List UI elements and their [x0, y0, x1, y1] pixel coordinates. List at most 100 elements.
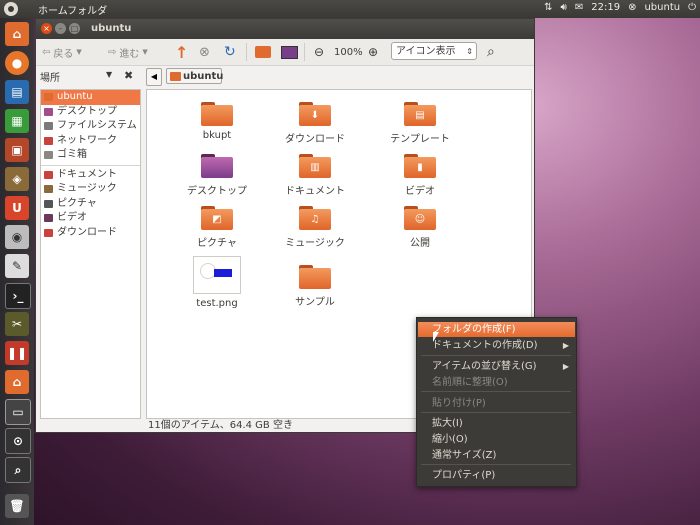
back-button[interactable]: ⇦ 戻る ▼ — [42, 43, 82, 61]
network-icon[interactable]: ⇅ — [544, 2, 552, 13]
context-menu-item[interactable]: プロパティ(P) — [418, 468, 575, 483]
zoom-out-button[interactable]: ⊖ — [314, 43, 324, 61]
file-item[interactable]: デスクトップ — [177, 154, 257, 197]
path-crumb-label: ubuntu — [183, 71, 224, 82]
context-menu-item[interactable]: ドキュメントの作成(D) ▶ — [418, 338, 575, 353]
context-menu-item[interactable]: フォルダの作成(F) — [418, 322, 575, 337]
place-icon — [44, 122, 53, 130]
clock[interactable]: 22:19 — [591, 2, 620, 13]
forward-button[interactable]: ⇨ 進む ▼ — [108, 43, 148, 61]
file-item[interactable]: ▤ テンプレート — [380, 102, 460, 145]
context-menu-item[interactable]: 縮小(O) — [418, 432, 575, 447]
top-panel: ホームフォルダ ⇅ 🔊︎ ✉ 22:19 ⊗ ubuntu ⏻ — [0, 0, 700, 18]
reload-icon: ↻ — [224, 44, 236, 60]
file-item[interactable]: bkupt — [177, 102, 257, 141]
sidebar-item[interactable]: ダウンロード — [41, 226, 140, 241]
file-item[interactable]: ▮ ビデオ — [380, 154, 460, 197]
mouse-cursor — [433, 332, 439, 342]
power-icon[interactable]: ⏻ — [688, 2, 696, 13]
video-folder-icon: ▮ — [404, 154, 436, 178]
stop-button[interactable]: ⊗ — [199, 43, 210, 61]
public-folder-icon: ☺ — [404, 206, 436, 230]
sidebar-item[interactable]: ファイルシステム — [41, 119, 140, 134]
place-icon — [44, 93, 53, 101]
context-menu-item[interactable]: 拡大(I) — [418, 416, 575, 431]
menu-item-label: 通常サイズ(Z) — [432, 450, 497, 461]
home-folder-running-icon[interactable]: ⌂ — [5, 370, 29, 394]
firefox-launcher-icon[interactable]: ● — [5, 51, 29, 75]
workspace-switcher-icon[interactable]: ⊙ — [5, 428, 31, 454]
panel-app-title: ホームフォルダ — [38, 6, 108, 17]
sidebar-item-label: ビデオ — [57, 212, 87, 223]
trash-launcher-icon[interactable]: 🗑︎ — [5, 494, 29, 518]
file-label: ピクチャ — [197, 238, 237, 249]
file-item[interactable]: サンプル — [275, 265, 355, 308]
sidebar-item[interactable]: ゴミ箱 — [41, 148, 140, 163]
file-label: ビデオ — [405, 186, 435, 197]
sidebar-item-label: デスクトップ — [57, 105, 117, 117]
sidebar-item[interactable]: デスクトップ — [41, 105, 140, 120]
sidebar-item-label: ドキュメント — [57, 168, 117, 180]
arrow-left-icon: ⇦ — [42, 46, 51, 58]
computer-button[interactable] — [281, 43, 298, 61]
context-menu-item[interactable]: 通常サイズ(Z) — [418, 448, 575, 463]
window-titlebar[interactable]: × – □ ubuntu — [36, 19, 534, 39]
file-label: ダウンロード — [285, 134, 345, 145]
sidebar-header[interactable]: 場所 ▼ ✖ — [40, 69, 140, 85]
file-item[interactable]: test.png — [177, 256, 257, 309]
place-icon — [44, 185, 53, 193]
close-icon[interactable]: × — [41, 23, 52, 34]
calc-launcher-icon[interactable]: ▦ — [5, 109, 29, 133]
reload-button[interactable]: ↻ — [224, 43, 236, 61]
maximize-icon[interactable]: □ — [69, 23, 80, 34]
place-icon — [44, 107, 53, 116]
file-item[interactable]: ♫ ミュージック — [275, 206, 355, 249]
zoom-in-button[interactable]: ⊕ — [368, 43, 378, 61]
search-lens-icon[interactable]: ⌕ — [5, 457, 31, 483]
tools-launcher-icon[interactable]: ✂ — [5, 312, 29, 336]
impress-launcher-icon[interactable]: ▣ — [5, 138, 29, 162]
menu-divider — [421, 391, 571, 392]
file-item[interactable]: ☺ 公開 — [380, 206, 460, 249]
up-button[interactable]: ↑ — [175, 43, 188, 62]
sidebar-divider — [41, 164, 140, 166]
view-mode-select[interactable]: アイコン表示 ⇕ — [391, 42, 477, 60]
pencils-launcher-icon[interactable]: ❚❚ — [5, 341, 29, 365]
file-item[interactable]: ⬇ ダウンロード — [275, 102, 355, 145]
chevron-down-icon[interactable]: ▼ — [106, 70, 112, 79]
close-sidebar-icon[interactable]: ✖ — [124, 69, 133, 82]
sidebar-item[interactable]: ドキュメント — [41, 168, 140, 183]
system-monitor-launcher-icon[interactable]: ▭ — [5, 399, 31, 425]
desktop-folder-icon — [201, 154, 233, 178]
file-item[interactable]: ◩ ピクチャ — [177, 206, 257, 249]
mail-icon[interactable]: ✉ — [575, 2, 583, 13]
home-button[interactable] — [255, 43, 271, 61]
software-center-launcher-icon[interactable]: ◈ — [5, 167, 29, 191]
text-editor-launcher-icon[interactable]: ✎ — [5, 254, 29, 278]
path-back-button[interactable]: ◀ — [146, 68, 162, 86]
writer-launcher-icon[interactable]: ▤ — [5, 80, 29, 104]
menu-item-label: 名前順に整理(O) — [432, 377, 508, 388]
zoom-level[interactable]: 100% — [334, 43, 363, 61]
ubuntu-logo-icon[interactable] — [4, 2, 18, 16]
sidebar-item-label: ピクチャ — [57, 197, 97, 209]
volume-icon[interactable]: 🔊︎ — [561, 2, 567, 13]
sidebar-item[interactable]: ビデオ — [41, 211, 140, 226]
path-crumb-home[interactable]: ubuntu — [166, 68, 224, 84]
minimize-icon[interactable]: – — [55, 23, 66, 34]
context-menu-item[interactable]: アイテムの並び替え(G) ▶ — [418, 359, 575, 374]
sidebar-item[interactable]: ミュージック — [41, 182, 140, 197]
search-button[interactable]: ⌕ — [487, 43, 495, 61]
template-folder-icon: ▤ — [404, 102, 436, 126]
user-name[interactable]: ubuntu — [644, 2, 680, 13]
menu-divider — [421, 355, 571, 356]
sidebar-item[interactable]: ubuntu — [41, 90, 140, 105]
camera-launcher-icon[interactable]: ◉ — [5, 225, 29, 249]
file-item[interactable]: ▥ ドキュメント — [275, 154, 355, 197]
user-icon: ⊗ — [628, 2, 637, 13]
sidebar-item[interactable]: ネットワーク — [41, 134, 140, 149]
ubuntu-one-launcher-icon[interactable]: U — [5, 196, 29, 220]
sidebar-item[interactable]: ピクチャ — [41, 197, 140, 212]
home-folder-launcher-icon[interactable]: ⌂ — [5, 22, 29, 46]
terminal-launcher-icon[interactable]: ›_ — [5, 283, 31, 309]
